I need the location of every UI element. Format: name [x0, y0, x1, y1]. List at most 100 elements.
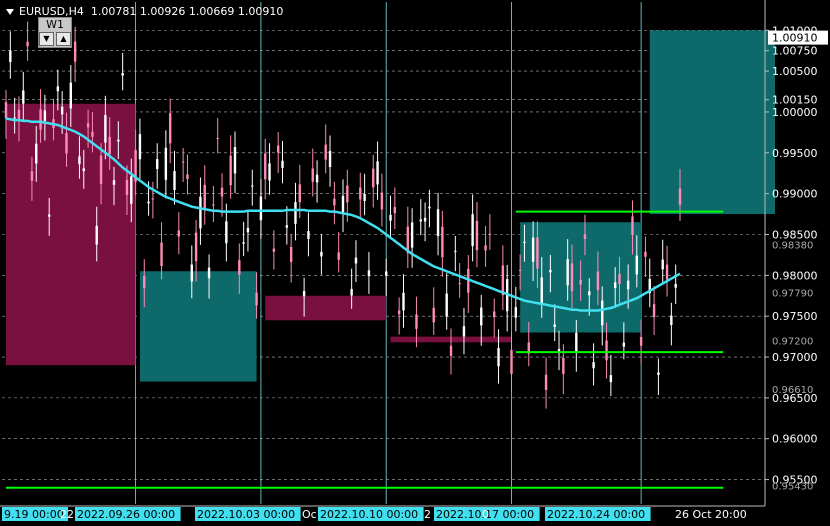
- candle-body: [117, 139, 120, 142]
- candle-body: [9, 50, 12, 63]
- candle-body: [441, 226, 444, 258]
- candle-body: [639, 336, 643, 346]
- time-tick-label: 26 Oct 20:00: [675, 508, 747, 521]
- candle-body: [488, 233, 492, 235]
- candle-body: [22, 90, 25, 104]
- candle-body: [130, 176, 133, 204]
- price-chart[interactable]: 1.010001.007501.005001.001501.000000.995…: [0, 0, 830, 526]
- candle-body: [264, 153, 267, 180]
- price-tick-label: 0.97000: [772, 351, 818, 364]
- candle-body: [432, 307, 435, 323]
- candle-body: [523, 241, 526, 243]
- candle-body: [229, 155, 232, 186]
- candle-body: [622, 342, 626, 347]
- candle-body: [60, 106, 64, 115]
- candle-body: [328, 150, 332, 167]
- candle-body: [143, 275, 146, 289]
- candle-body: [203, 184, 206, 209]
- candle-body: [56, 86, 60, 92]
- candle-body: [337, 252, 340, 260]
- candle-body: [397, 310, 401, 315]
- candle-body: [194, 232, 198, 262]
- time-tick-label: 2022.09.26 00:00: [77, 508, 175, 521]
- candle-body: [220, 187, 224, 197]
- candle-body: [48, 214, 51, 217]
- candle-body: [553, 324, 556, 327]
- zone-teal: [649, 30, 776, 215]
- candle-body: [579, 279, 582, 285]
- candle-body: [35, 143, 38, 164]
- price-tick-label: 1.00000: [772, 106, 818, 119]
- candle-body: [518, 269, 522, 271]
- candle-body: [13, 117, 16, 119]
- candle-body: [674, 283, 677, 288]
- time-tick-label: 2022.10.24 00:00: [547, 508, 645, 521]
- candle-body: [419, 219, 422, 222]
- candle-body: [108, 136, 111, 155]
- candle-body: [199, 196, 202, 229]
- candle-body: [138, 134, 142, 160]
- candle-body: [402, 292, 405, 311]
- timeframe-panel[interactable]: W1 ▼ ▲: [38, 17, 72, 48]
- candle-body: [626, 280, 630, 290]
- candle-body: [207, 267, 211, 279]
- price-tick-label: 0.99000: [772, 188, 818, 201]
- price-tick-label: 0.96000: [772, 433, 818, 446]
- candle-body: [125, 179, 129, 195]
- candle-body: [536, 237, 539, 269]
- candle-body: [454, 250, 457, 252]
- candle-body: [480, 307, 483, 326]
- price-special-label: 0.98380: [772, 240, 813, 251]
- candle-body: [238, 260, 241, 275]
- candle-body: [99, 155, 103, 184]
- candle-body: [385, 271, 388, 276]
- candle-body: [341, 195, 345, 213]
- time-tick-label: 0: [482, 508, 489, 521]
- candle-body: [613, 282, 617, 289]
- candle-body: [289, 246, 293, 263]
- candle-body: [298, 184, 301, 203]
- candle-body: [160, 242, 163, 267]
- candle-body: [501, 265, 505, 296]
- candle-body: [147, 201, 150, 204]
- candle-body: [588, 291, 591, 296]
- candle-body: [471, 214, 474, 247]
- candle-body: [583, 234, 587, 240]
- price-tick-label: 0.99500: [772, 147, 818, 160]
- candle-body: [173, 171, 176, 191]
- candle-body: [540, 277, 543, 305]
- candle-body: [65, 132, 68, 154]
- candle-body: [445, 293, 448, 317]
- candle-body: [592, 362, 595, 369]
- time-tick-label: 2022.10.10 00:00: [320, 508, 418, 521]
- candle-body: [121, 73, 124, 76]
- price-special-label: 0.97790: [772, 288, 813, 299]
- candle-body: [493, 311, 496, 318]
- timeframe-down-button[interactable]: ▼: [39, 32, 54, 46]
- candle-body: [670, 315, 673, 325]
- candle-body: [510, 350, 513, 374]
- candle-body: [69, 82, 73, 109]
- header-arrow-icon[interactable]: [6, 9, 14, 15]
- candle-body: [190, 264, 193, 282]
- candle-body: [268, 163, 271, 181]
- candle-body: [644, 251, 647, 257]
- candle-body: [549, 269, 552, 273]
- candle-body: [39, 109, 42, 130]
- candle-body: [367, 270, 371, 277]
- candle-body: [566, 258, 569, 286]
- candle-body: [410, 222, 414, 248]
- candle-body: [596, 271, 600, 291]
- current-price-label: 1.00910: [772, 32, 818, 45]
- candle-body: [320, 251, 323, 257]
- candle-body: [73, 41, 77, 62]
- candle-body: [497, 347, 500, 367]
- timeframe-up-button[interactable]: ▲: [56, 32, 71, 46]
- candle-body: [665, 264, 669, 280]
- candle-body: [225, 221, 228, 244]
- price-special-label: 0.96610: [772, 385, 813, 396]
- candle-body: [276, 145, 280, 153]
- candle-body: [475, 220, 479, 251]
- candle-body: [458, 283, 461, 285]
- time-tick-label: 9.19 00:00: [4, 508, 64, 521]
